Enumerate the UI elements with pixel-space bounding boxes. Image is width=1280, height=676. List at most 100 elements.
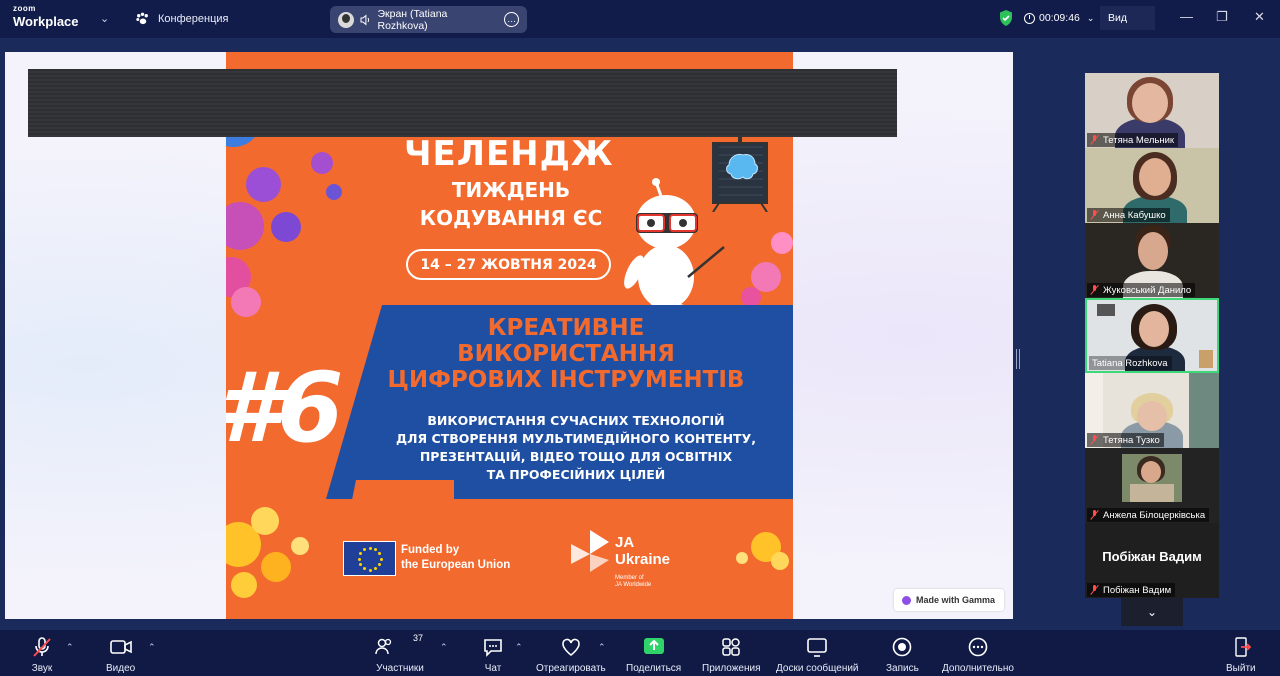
restore-icon[interactable]: ❐ <box>1216 10 1228 23</box>
badge-label: Made with Gamma <box>916 595 996 605</box>
chevron-up-icon[interactable]: ⌃ <box>440 642 448 653</box>
record-label: Запись <box>886 663 919 674</box>
ja-sub-line: JA Worldwide <box>615 582 652 588</box>
record-button[interactable]: Запись <box>886 636 919 674</box>
participant-tile[interactable]: Тетяна Тузко <box>1085 373 1219 448</box>
chat-button[interactable]: Чат <box>482 636 504 674</box>
participants-label: Участники <box>376 663 424 674</box>
mic-muted-icon <box>1090 585 1099 595</box>
participant-name-label: Побіжан Вадим <box>1087 583 1176 597</box>
headline-line: ЦИФРОВИХ ІНСТРУМЕНТІВ <box>387 367 745 393</box>
view-label: Вид <box>1108 12 1127 24</box>
participant-tile[interactable]: Тетяна Мельник <box>1085 73 1219 148</box>
more-options-icon <box>967 636 989 658</box>
minimize-icon[interactable]: — <box>1180 10 1193 23</box>
slide-description: ВИКОРИСТАННЯ СУЧАСНИХ ТЕХНОЛОГІЙ ДЛЯ СТВ… <box>386 412 766 484</box>
bubble <box>226 202 264 250</box>
chevron-up-icon[interactable]: ⌃ <box>148 642 156 653</box>
participant-name: Анна Кабушко <box>1103 209 1166 221</box>
bubble <box>291 537 309 555</box>
more-button[interactable]: Дополнительно <box>942 636 1014 674</box>
whiteboards-button[interactable]: Доски сообщений <box>776 636 859 674</box>
participant-video <box>1137 401 1167 431</box>
eu-star-icon <box>358 552 362 555</box>
shield-icon[interactable] <box>998 9 1014 27</box>
participant-video <box>1141 461 1161 483</box>
participant-name: Анжела Білоцерківська <box>1103 509 1206 521</box>
react-label: Отреагировать <box>536 663 606 674</box>
participant-tile[interactable]: Жуковський Данило <box>1085 223 1219 298</box>
view-button[interactable]: Вид <box>1100 6 1155 30</box>
share-label: Экран (Tatiana Rozhkova) <box>377 7 448 32</box>
eu-flag-icon <box>343 541 396 576</box>
participant-video <box>1139 158 1171 196</box>
participant-name: Тетяна Тузко <box>1103 434 1160 446</box>
participant-tile[interactable]: Побіжан Вадим Побіжан Вадим <box>1085 523 1219 598</box>
made-with-gamma-badge[interactable]: Made with Gamma <box>894 589 1004 611</box>
mic-muted-icon <box>31 636 53 658</box>
meeting-status: 00:09:46 ⌄ <box>998 9 1094 27</box>
panel-resize-handle[interactable] <box>1016 349 1020 369</box>
description-line: ДЛЯ СТВОРЕННЯ МУЛЬТИМЕДІЙНОГО КОНТЕНТУ, <box>396 431 756 446</box>
chevron-up-icon[interactable]: ⌃ <box>515 642 523 653</box>
close-icon[interactable]: ✕ <box>1254 10 1265 23</box>
ja-member-label: Member of JA Worldwide <box>615 575 651 589</box>
participant-name: Тетяна Мельник <box>1103 134 1175 146</box>
slide-poster: ЧЕЛЕНДЖ ТИЖДЕНЬ КОДУВАННЯ ЄС 14 – 27 ЖОВ… <box>226 52 793 619</box>
video-button[interactable]: Видео <box>106 636 135 674</box>
eu-star-icon <box>379 557 383 561</box>
description-line: ПРЕЗЕНТАЦІЙ, ВІДЕО ТОЩО ДЛЯ ОСВІТНІХ <box>419 449 733 464</box>
mic-muted-icon <box>1090 285 1099 295</box>
chat-icon <box>482 636 504 658</box>
description-line: ВИКОРИСТАННЯ СУЧАСНИХ ТЕХНОЛОГІЙ <box>427 413 725 428</box>
chevron-up-icon[interactable]: ⌃ <box>598 642 606 653</box>
apps-button[interactable]: Приложения <box>702 636 761 674</box>
participant-video <box>1130 484 1174 502</box>
chevron-up-icon[interactable]: ⌃ <box>66 642 74 653</box>
participant-name: Побіжан Вадим <box>1103 584 1172 596</box>
chat-label: Чат <box>484 663 502 674</box>
participant-name-label: Анна Кабушко <box>1087 208 1170 222</box>
participant-name-label: Жуковський Данило <box>1087 283 1196 297</box>
meeting-menu[interactable]: Конференция <box>135 11 228 26</box>
bubble <box>231 287 261 317</box>
participant-video <box>1138 232 1168 270</box>
subtitle-line: КОДУВАННЯ ЄС <box>419 206 603 230</box>
zoom-logo: zoom Workplace <box>13 5 79 29</box>
participant-tile[interactable]: Анжела Білоцерківська <box>1085 448 1219 523</box>
eu-star-icon <box>363 547 366 551</box>
headline-line: КРЕАТИВНЕ <box>487 315 645 341</box>
participant-tile[interactable]: Анна Кабушко <box>1085 148 1219 223</box>
slide-title: ЧЕЛЕНДЖ <box>404 134 614 174</box>
shared-screen: ЧЕЛЕНДЖ ТИЖДЕНЬ КОДУВАННЯ ЄС 14 – 27 ЖОВ… <box>5 52 1013 619</box>
participants-button[interactable]: 37 Участники <box>375 633 425 674</box>
gallery-scroll-down-button[interactable]: ⌄ <box>1121 598 1183 626</box>
share-screen-icon <box>643 636 665 658</box>
slide-subtitle: ТИЖДЕНЬ КОДУВАННЯ ЄС <box>406 176 616 232</box>
whiteboard-icon <box>806 636 828 658</box>
meeting-timer[interactable]: 00:09:46 ⌄ <box>1024 12 1094 24</box>
bubble <box>736 552 748 564</box>
participant-tile-active[interactable]: Tatiana Rozhkova <box>1085 298 1219 373</box>
slide-number: #6 <box>226 352 344 464</box>
chevron-down-icon[interactable]: ⌄ <box>100 12 109 25</box>
audio-button[interactable]: Звук <box>31 636 53 674</box>
redacted-banner <box>28 69 897 137</box>
ja-sub-line: Member of <box>615 575 644 581</box>
participant-name-label: Tatiana Rozhkova <box>1089 356 1172 370</box>
share-screen-button[interactable]: Поделиться <box>626 636 681 674</box>
react-button[interactable]: Отреагировать <box>536 636 606 674</box>
more-options-icon[interactable]: … <box>504 12 519 27</box>
screen-share-indicator[interactable]: Экран (Tatiana Rozhkova) … <box>330 6 527 33</box>
eu-funding-label: Funded by the European Union <box>401 543 510 573</box>
chevron-down-icon: ⌄ <box>1086 12 1095 23</box>
audio-label: Звук <box>31 663 53 674</box>
more-label: Дополнительно <box>942 663 1014 674</box>
participant-gallery: Тетяна Мельник Анна Кабушко Жуковський Д… <box>1085 73 1219 598</box>
pencil-cup-icon <box>1199 350 1213 368</box>
record-icon <box>891 636 913 658</box>
leave-button[interactable]: Выйти <box>1226 636 1256 674</box>
chevron-down-icon: ⌄ <box>1146 605 1158 619</box>
ja-ukraine-label: JA Ukraine <box>615 534 670 568</box>
bubble <box>231 572 257 598</box>
